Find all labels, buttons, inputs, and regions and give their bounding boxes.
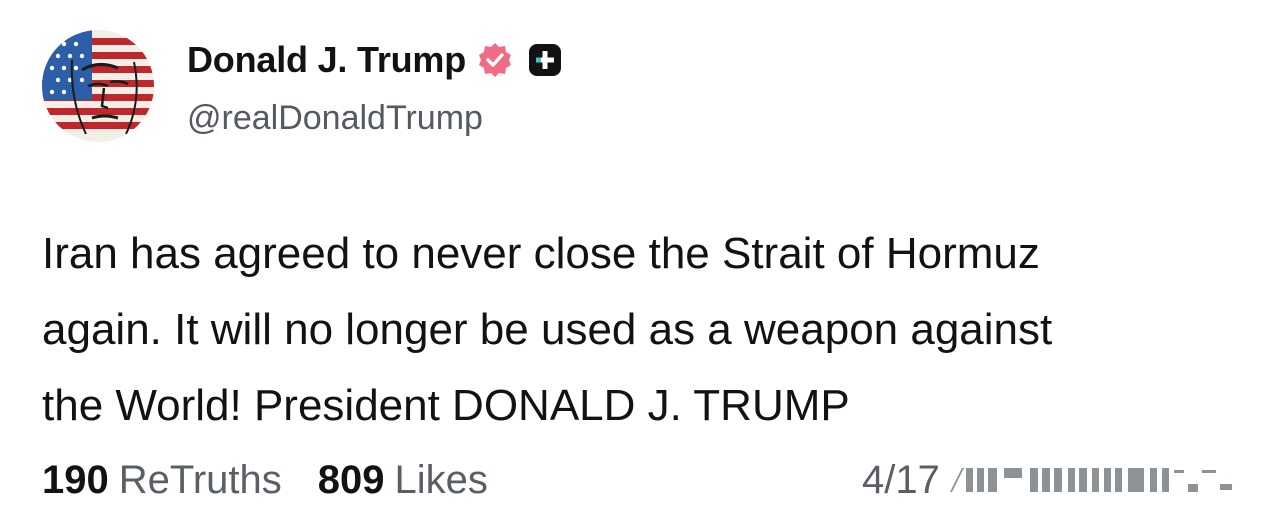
post-stats: 190 ReTruths 809 Likes [42,454,488,506]
author-handle[interactable]: @realDonaldTrump [187,96,483,140]
post-body-text: Iran has agreed to never close the Strai… [42,229,1053,430]
plus-square-icon[interactable] [526,41,564,79]
watermark-overlay [944,454,1244,506]
truth-post: Donald J. Trump @realDonaldTrump Iran ha… [0,0,1270,529]
author-display-name[interactable]: Donald J. Trump [187,36,466,84]
author-name-row: Donald J. Trump [187,36,564,84]
verified-badge-icon [476,41,514,79]
retruths-count: 190 [42,458,109,502]
likes-stat[interactable]: 809 Likes [318,454,488,506]
likes-label: Likes [394,458,488,502]
avatar[interactable] [42,30,154,142]
retruths-stat[interactable]: 190 ReTruths [42,454,282,506]
post-timestamp[interactable]: 4/17 [862,454,1244,506]
retruths-label: ReTruths [118,458,282,502]
avatar-flag-portrait [42,30,154,142]
timestamp-text: 4/17 [862,458,940,502]
likes-count: 809 [317,458,385,502]
